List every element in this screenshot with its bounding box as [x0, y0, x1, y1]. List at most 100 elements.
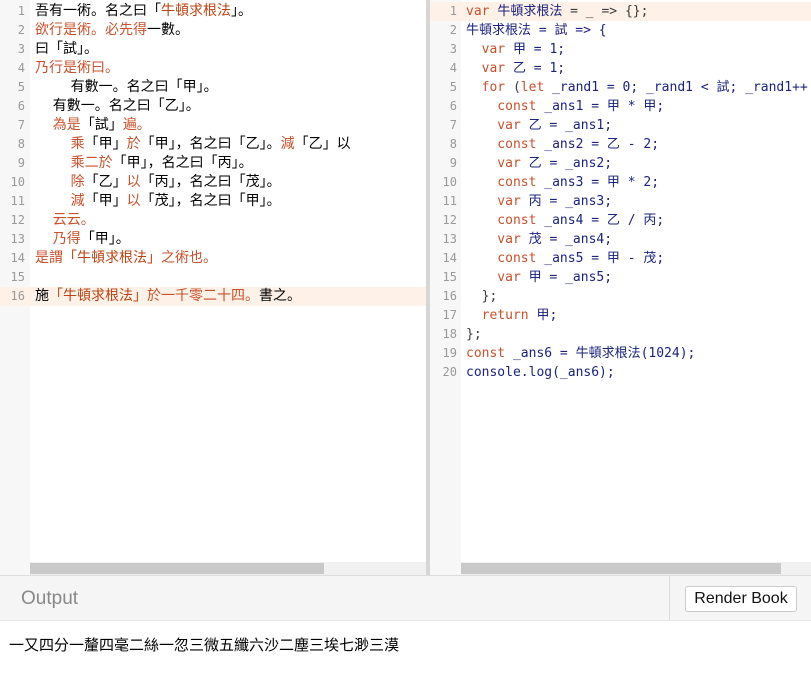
code-text[interactable]: var 丙 = _ans3; — [466, 192, 612, 211]
code-lines[interactable]: 1 var 牛頓求根法 = _ => {}; 2 牛頓求根法 = 試 => {3 va… — [430, 2, 811, 382]
code-line[interactable]: 6 const _ans1 = 甲 * 甲; — [430, 97, 811, 116]
horizontal-scrollbar[interactable] — [461, 562, 811, 575]
line-number: 1 — [449, 4, 457, 18]
code-text[interactable]: 乘「甲」於「甲」，名之曰「乙」。減「乙」以 — [35, 135, 351, 154]
code-line[interactable]: 2 牛頓求根法 = 試 => { — [430, 21, 811, 40]
code-text[interactable]: 為是「試」遍。 — [35, 116, 151, 135]
code-text[interactable]: 欲行是術。必先得一數。 — [35, 21, 189, 40]
code-text[interactable]: const _ans2 = 乙 - 2; — [466, 135, 659, 154]
scrollbar-thumb[interactable] — [30, 563, 324, 574]
output-text: 一又四分一釐四毫二絲一忽三微五纖六沙二塵三埃七渺三漠 — [9, 636, 400, 654]
code-text[interactable]: 乃行是術曰。 — [35, 59, 119, 78]
code-line[interactable]: 9 var 乙 = _ans2; — [430, 154, 811, 173]
code-line[interactable]: 3 曰「試」。 — [0, 40, 426, 59]
code-line[interactable]: 16 }; — [430, 287, 811, 306]
code-line[interactable]: 12 const _ans4 = 乙 / 丙; — [430, 211, 811, 230]
code-line[interactable]: 5 for (let _rand1 = 0; _rand1 < 試; _rand… — [430, 78, 811, 97]
render-book-button[interactable]: Render Book — [685, 586, 797, 612]
code-line[interactable]: 2 欲行是術。必先得一數。 — [0, 21, 426, 40]
code-text[interactable]: 有數一。名之曰「甲」。 — [35, 78, 218, 97]
code-line[interactable]: 16 施「牛頓求根法」於一千零二十四。書之。 — [0, 287, 426, 306]
code-text[interactable]: 牛頓求根法 = 試 => { — [466, 21, 607, 40]
code-line[interactable]: 9 乘二於「甲」，名之曰「丙」。 — [0, 154, 426, 173]
code-text[interactable]: 是謂「牛頓求根法」之術也。 — [35, 249, 217, 268]
code-line[interactable]: 3 var 甲 = 1; — [430, 40, 811, 59]
code-token: return — [466, 308, 537, 323]
horizontal-scrollbar[interactable] — [30, 562, 426, 575]
code-text[interactable]: const _ans6 = 牛頓求根法(1024); — [466, 344, 695, 363]
code-token: 以 — [126, 193, 141, 209]
code-line[interactable]: 11 減「甲」以「茂」，名之曰「甲」。 — [0, 192, 426, 211]
code-text[interactable]: const _ans5 = 甲 - 茂; — [466, 249, 664, 268]
line-number: 9 — [17, 156, 25, 170]
code-line[interactable]: 6 有數一。名之曰「乙」。 — [0, 97, 426, 116]
code-token: let — [520, 80, 553, 95]
code-line[interactable]: 7 var 乙 = _ans1; — [430, 116, 811, 135]
code-text[interactable]: 曰「試」。 — [35, 40, 98, 59]
code-line[interactable]: 15 var 甲 = _ans5; — [430, 268, 811, 287]
code-line[interactable]: 12 云云。 — [0, 211, 426, 230]
code-line[interactable]: 14 是謂「牛頓求根法」之術也。 — [0, 249, 426, 268]
code-text[interactable]: const _ans1 = 甲 * 甲; — [466, 97, 664, 116]
code-line[interactable]: 7 為是「試」遍。 — [0, 116, 426, 135]
code-text[interactable]: 施「牛頓求根法」於一千零二十四。書之。 — [35, 287, 301, 306]
code-lines[interactable]: 1 吾有一術。名之曰「牛頓求根法」。 2 欲行是術。必先得一數。 3 曰「試」。 4 乃行是術… — [0, 2, 426, 306]
code-token: 遍。 — [122, 117, 151, 133]
code-token: 甲 = 1; — [512, 42, 566, 57]
code-text[interactable]: return 甲; — [466, 306, 558, 325]
code-text[interactable]: var 牛頓求根法 = _ => {}; — [466, 2, 648, 21]
code-line[interactable]: 11 var 丙 = _ans3; — [430, 192, 811, 211]
code-line[interactable]: 4 乃行是術曰。 — [0, 59, 426, 78]
code-line[interactable]: 19 const _ans6 = 牛頓求根法(1024); — [430, 344, 811, 363]
wenyan-editor[interactable]: 1 吾有一術。名之曰「牛頓求根法」。 2 欲行是術。必先得一數。 3 曰「試」。 4 乃行是術… — [0, 0, 426, 575]
code-line[interactable]: 20 console.log(_ans6); — [430, 363, 811, 382]
code-line[interactable]: 1 吾有一術。名之曰「牛頓求根法」。 — [0, 2, 426, 21]
code-token: for — [466, 80, 513, 95]
code-text[interactable]: var 乙 = 1; — [466, 59, 565, 78]
code-line[interactable]: 18}; — [430, 325, 811, 344]
code-text[interactable]: var 乙 = _ans2; — [466, 154, 612, 173]
code-text[interactable]: 有數一。名之曰「乙」。 — [35, 97, 200, 116]
code-text[interactable]: 乃得「甲」。 — [35, 230, 130, 249]
header-divider — [669, 576, 670, 620]
code-text[interactable]: var 甲 = _ans5; — [466, 268, 612, 287]
code-text[interactable]: 減「甲」以「茂」，名之曰「甲」。 — [35, 192, 281, 211]
code-text[interactable]: 云云。 — [35, 211, 95, 230]
code-line[interactable]: 4 var 乙 = 1; — [430, 59, 811, 78]
code-text[interactable]: console.log(_ans6); — [466, 363, 615, 382]
code-text[interactable]: 吾有一術。名之曰「牛頓求根法」。 — [35, 2, 252, 21]
code-token: 「牛頓求根法」 — [63, 250, 161, 266]
code-text[interactable]: const _ans3 = 甲 * 2; — [466, 173, 659, 192]
code-text[interactable]: var 甲 = 1; — [466, 40, 565, 59]
code-text[interactable]: }; — [466, 325, 482, 344]
code-text[interactable]: var 乙 = _ans1; — [466, 116, 612, 135]
code-text[interactable]: for (let _rand1 = 0; _rand1 < 試; _rand1+… — [466, 78, 808, 97]
code-line[interactable]: 10 除「乙」以「丙」，名之曰「茂」。 — [0, 173, 426, 192]
code-text[interactable]: 除「乙」以「丙」，名之曰「茂」。 — [35, 173, 281, 192]
javascript-output-editor[interactable]: 1 var 牛頓求根法 = _ => {}; 2 牛頓求根法 = 試 => {3 va… — [430, 0, 811, 575]
line-number: 17 — [442, 308, 457, 322]
code-line[interactable]: 8 const _ans2 = 乙 - 2; — [430, 135, 811, 154]
line-number: 3 — [17, 42, 25, 56]
code-token: 欲行是術。必先得 — [35, 22, 147, 38]
code-text[interactable]: }; — [466, 287, 498, 306]
code-line[interactable]: 14 const _ans5 = 甲 - 茂; — [430, 249, 811, 268]
code-line[interactable]: 17 return 甲; — [430, 306, 811, 325]
scrollbar-thumb[interactable] — [461, 563, 781, 574]
line-number: 5 — [449, 80, 457, 94]
code-line[interactable]: 1 var 牛頓求根法 = _ => {}; — [430, 2, 811, 21]
code-line[interactable]: 5 有數一。名之曰「甲」。 — [0, 78, 426, 97]
code-text[interactable]: 乘二於「甲」，名之曰「丙」。 — [35, 154, 253, 173]
code-line[interactable]: 10 const _ans3 = 甲 * 2; — [430, 173, 811, 192]
code-line[interactable]: 13 乃得「甲」。 — [0, 230, 426, 249]
code-token: _ans4 = 乙 / 丙; — [544, 213, 665, 228]
code-line[interactable]: 15 — [0, 268, 426, 287]
code-line[interactable]: 13 var 茂 = _ans4; — [430, 230, 811, 249]
line-number: 10 — [10, 175, 25, 189]
code-token: 減 — [35, 193, 85, 209]
code-text[interactable]: var 茂 = _ans4; — [466, 230, 612, 249]
code-token: var — [466, 232, 529, 247]
code-token: _ans6 = 牛頓求根法(1024); — [512, 346, 696, 361]
code-text[interactable]: const _ans4 = 乙 / 丙; — [466, 211, 664, 230]
code-line[interactable]: 8 乘「甲」於「甲」，名之曰「乙」。減「乙」以 — [0, 135, 426, 154]
